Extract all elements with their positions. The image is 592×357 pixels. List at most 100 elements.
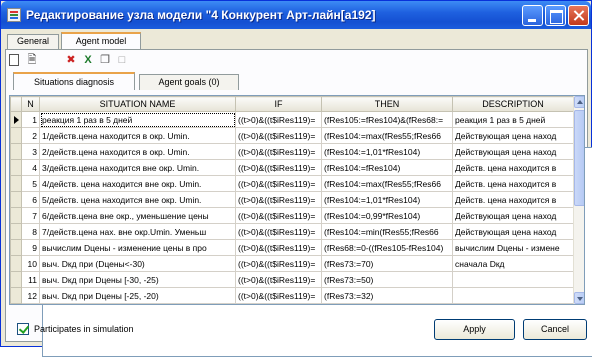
then-cell[interactable]: (fRes104:=1,01*fRes104) [321,191,453,208]
description-cell[interactable]: сначала Dкд [452,255,574,272]
then-cell[interactable]: (fRes104:=max(fRes55;fRes66 [321,175,453,192]
if-cell[interactable]: ((t>0)&((t$iRes119)= [235,255,322,272]
description-cell[interactable]: Действ. цена находится в [452,191,574,208]
row-number-cell[interactable]: 11 [21,271,40,288]
column-header-then[interactable]: THEN [321,96,453,112]
row-number-cell[interactable]: 7 [21,207,40,224]
row-indicator[interactable] [10,111,22,128]
row-number-cell[interactable]: 12 [21,287,40,304]
table-row[interactable]: 10 выч. Dкд при (Dцены<-30) ((t>0)&((t$iRe… [10,255,574,272]
row-indicator[interactable] [10,175,22,192]
if-cell[interactable]: ((t>0)&((t$iRes119)= [235,111,322,128]
situation-name-cell[interactable]: выч. Dкд при Dцены [-30, -25) [39,271,236,288]
if-cell[interactable]: ((t>0)&((t$iRes119)= [235,271,322,288]
row-number-cell[interactable]: 10 [21,255,40,272]
then-cell[interactable]: (fRes105:=fRes104)&(fRes68:= [321,111,453,128]
tab-general[interactable]: General [7,34,59,49]
situation-name-cell[interactable]: 7/действ.цена нах. вне окр.Umin. Уменьш [39,223,236,240]
participates-checkbox[interactable] [17,323,29,335]
then-cell[interactable]: (fRes73:=70) [321,255,453,272]
column-header-n[interactable]: N [21,96,40,112]
row-indicator[interactable] [10,223,22,240]
table-row[interactable]: 9 вычислим Dцены - изменение цены в про((… [10,239,574,256]
vertical-scrollbar[interactable] [573,96,584,304]
if-cell[interactable]: ((t>0)&((t$iRes119)= [235,223,322,240]
row-indicator[interactable] [10,143,22,160]
then-cell[interactable]: (fRes68:=0-((fRes105-fRes104) [321,239,453,256]
copy-icon[interactable]: ❐ [98,53,112,67]
row-indicator[interactable] [10,287,22,304]
then-cell[interactable]: (fRes104:=max(fRes55;fRes66 [321,127,453,144]
title-bar[interactable]: Редактирование узла модели "4 Конкурент … [1,1,591,29]
situation-name-cell[interactable]: выч. Dкд при (Dцены<-30) [39,255,236,272]
then-cell[interactable]: (fRes104:=1,01*fRes104) [321,143,453,160]
tab-agent-goals[interactable]: Agent goals (0) [139,74,239,90]
row-number-cell[interactable]: 6 [21,191,40,208]
description-cell[interactable]: Действующая цена наход [452,143,574,160]
description-cell[interactable] [452,287,574,304]
scroll-up-icon[interactable] [574,96,584,108]
row-number-cell[interactable]: 4 [21,159,40,176]
situation-name-cell[interactable]: 3/действ.цена находится вне окр. Umin. [39,159,236,176]
document-icon[interactable]: 🗎 [25,53,39,67]
column-header-description[interactable]: DESCRIPTION [452,96,574,112]
if-cell[interactable]: ((t>0)&((t$iRes119)= [235,159,322,176]
table-row[interactable]: 3 2/действ.цена находится в окр. Umin. ((t… [10,143,574,160]
if-cell[interactable]: ((t>0)&((t$iRes119)= [235,207,322,224]
situations-grid[interactable]: N SITUATION NAME IF THEN DESCRIPTION 1 ре… [9,95,585,305]
if-cell[interactable]: ((t>0)&((t$iRes119)= [235,191,322,208]
row-indicator[interactable] [10,159,22,176]
paste-icon[interactable]: □ [115,53,129,67]
table-row[interactable]: 7 6/действ.цена вне окр., уменьшение цены… [10,207,574,224]
scrollbar-thumb[interactable] [574,110,584,206]
row-indicator[interactable] [10,271,22,288]
description-cell[interactable]: вычислим Dцены - измене [452,239,574,256]
row-number-cell[interactable]: 1 [21,111,40,128]
situation-name-cell[interactable]: 2/действ.цена находится в окр. Umin. [39,143,236,160]
row-number-cell[interactable]: 8 [21,223,40,240]
if-cell[interactable]: ((t>0)&((t$iRes119)= [235,287,322,304]
then-cell[interactable]: (fRes104:=fRes104) [321,159,453,176]
situation-name-cell[interactable]: 1/действ.цена находится в окр. Umin. [39,127,236,144]
situation-name-cell[interactable]: реакция 1 раз в 5 дней [39,111,236,128]
cancel-button[interactable]: Cancel [523,319,587,340]
description-cell[interactable] [452,271,574,288]
row-number-cell[interactable]: 9 [21,239,40,256]
row-number-cell[interactable]: 2 [21,127,40,144]
column-header-if[interactable]: IF [235,96,322,112]
tab-agent-model[interactable]: Agent model [61,32,141,50]
close-button[interactable] [568,5,589,26]
then-cell[interactable]: (fRes104:=0,99*fRes104) [321,207,453,224]
situation-name-cell[interactable]: выч. Dкд при Dцены [-25, -20) [39,287,236,304]
apply-button[interactable]: Apply [434,319,515,340]
row-indicator[interactable] [10,127,22,144]
excel-icon[interactable]: X [81,53,95,67]
minimize-button[interactable] [522,5,543,26]
scroll-down-icon[interactable] [574,292,584,304]
then-cell[interactable]: (fRes104:=min(fRes55;fRes66 [321,223,453,240]
if-cell[interactable]: ((t>0)&((t$iRes119)= [235,175,322,192]
situation-name-cell[interactable]: вычислим Dцены - изменение цены в про [39,239,236,256]
row-indicator[interactable] [10,191,22,208]
row-indicator[interactable] [10,207,22,224]
tab-situations-diagnosis[interactable]: Situations diagnosis [13,72,135,90]
if-cell[interactable]: ((t>0)&((t$iRes119)= [235,239,322,256]
table-row[interactable]: 5 4/действ. цена находится вне окр. Umin.… [10,175,574,192]
table-row[interactable]: 11 выч. Dкд при Dцены [-30, -25) ((t>0)&((… [10,271,574,288]
table-row[interactable]: 6 5/действ. цена находится вне окр. Umin.… [10,191,574,208]
row-number-cell[interactable]: 5 [21,175,40,192]
column-header-situation-name[interactable]: SITUATION NAME [39,96,236,112]
delete-icon[interactable]: ✖ [64,53,78,67]
if-cell[interactable]: ((t>0)&((t$iRes119)= [235,143,322,160]
table-row[interactable]: 2 1/действ.цена находится в окр. Umin. ((t… [10,127,574,144]
if-cell[interactable]: ((t>0)&((t$iRes119)= [235,127,322,144]
table-row[interactable]: 4 3/действ.цена находится вне окр. Umin.(… [10,159,574,176]
row-indicator[interactable] [10,239,22,256]
situation-name-cell[interactable]: 5/действ. цена находится вне окр. Umin. [39,191,236,208]
description-cell[interactable]: Действующая цена наход [452,127,574,144]
situation-name-cell[interactable]: 4/действ. цена находится вне окр. Umin. [39,175,236,192]
table-row[interactable]: 1 реакция 1 раз в 5 дней ((t>0)&((t$iRes11… [10,111,574,128]
then-cell[interactable]: (fRes73:=32) [321,287,453,304]
table-row[interactable]: 12 выч. Dкд при Dцены [-25, -20) ((t>0)&((… [10,287,574,304]
description-cell[interactable]: Действ. цена находится в [452,175,574,192]
